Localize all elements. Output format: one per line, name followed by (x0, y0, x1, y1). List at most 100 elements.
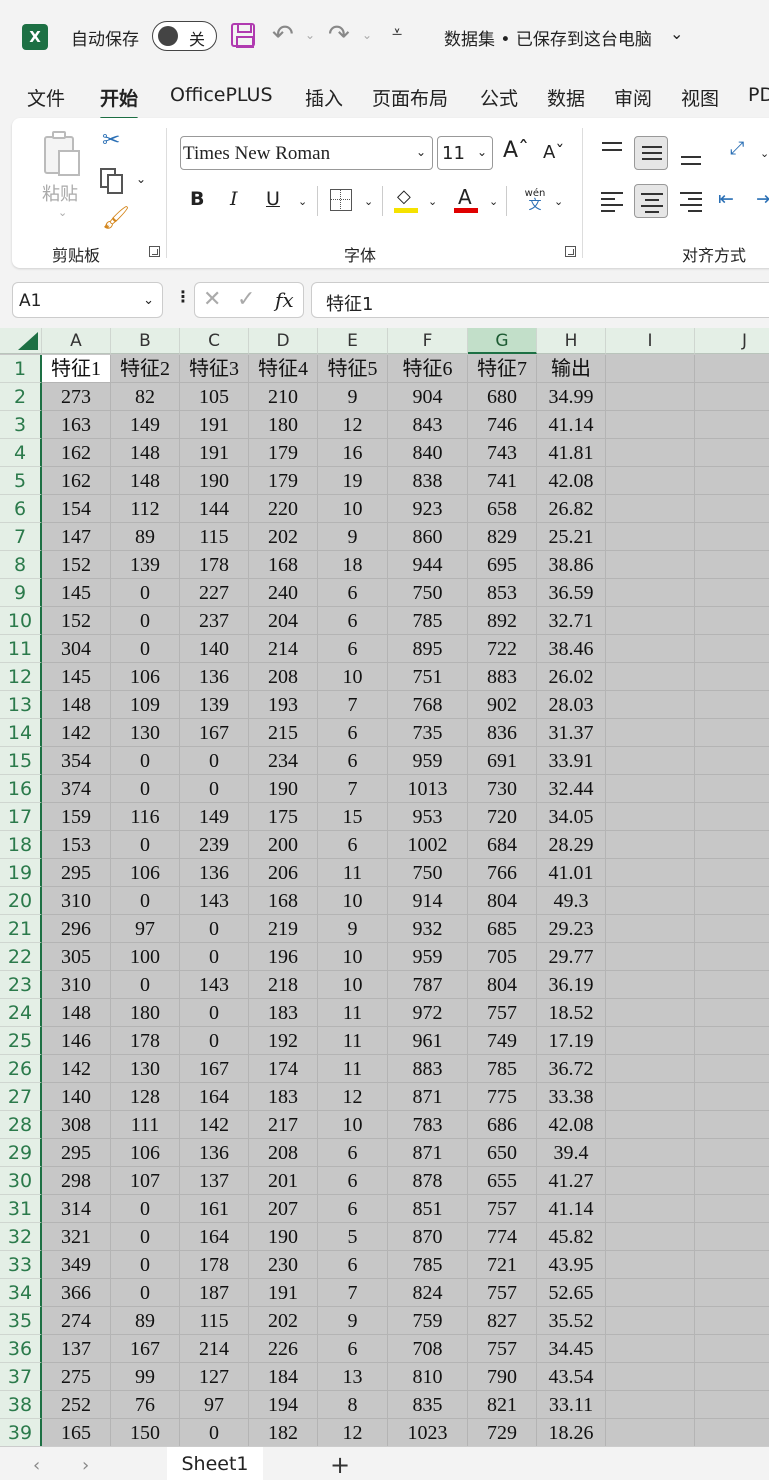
column-header-c[interactable]: C (180, 328, 249, 354)
table-cell[interactable]: 932 (388, 915, 468, 943)
table-cell[interactable]: 41.14 (537, 1195, 606, 1223)
table-cell[interactable]: 0 (180, 915, 249, 943)
table-cell[interactable] (695, 915, 769, 943)
table-cell[interactable] (606, 859, 695, 887)
table-cell[interactable] (606, 887, 695, 915)
table-cell[interactable]: 12 (318, 1419, 388, 1446)
table-cell[interactable]: 142 (42, 1055, 111, 1083)
table-cell[interactable]: 105 (180, 383, 249, 411)
table-cell[interactable]: 109 (111, 691, 180, 719)
table-cell[interactable]: 750 (388, 859, 468, 887)
more-options-icon[interactable]: ⋮ (175, 287, 191, 306)
table-cell[interactable]: 147 (42, 523, 111, 551)
table-cell[interactable]: 0 (180, 943, 249, 971)
table-cell[interactable]: 757 (468, 999, 537, 1027)
table-cell[interactable]: 295 (42, 859, 111, 887)
table-cell[interactable] (695, 719, 769, 747)
header-cell[interactable]: 输出 (537, 355, 606, 383)
table-cell[interactable]: 28.03 (537, 691, 606, 719)
table-cell[interactable]: 310 (42, 887, 111, 915)
table-cell[interactable]: 179 (249, 467, 318, 495)
table-cell[interactable] (606, 1363, 695, 1391)
table-cell[interactable]: 26.02 (537, 663, 606, 691)
table-cell[interactable]: 12 (318, 1083, 388, 1111)
document-title-chevron-icon[interactable]: ⌄ (670, 24, 683, 43)
table-cell[interactable]: 161 (180, 1195, 249, 1223)
table-cell[interactable]: 972 (388, 999, 468, 1027)
row-header[interactable]: 22 (0, 943, 42, 971)
column-header-j[interactable]: J (695, 328, 769, 354)
table-cell[interactable]: 150 (111, 1419, 180, 1446)
table-cell[interactable]: 0 (180, 999, 249, 1027)
table-cell[interactable] (606, 971, 695, 999)
row-header[interactable]: 32 (0, 1223, 42, 1251)
font-launcher-icon[interactable] (565, 246, 576, 257)
row-header[interactable]: 13 (0, 691, 42, 719)
table-cell[interactable]: 11 (318, 859, 388, 887)
table-cell[interactable] (695, 1139, 769, 1167)
table-cell[interactable] (606, 831, 695, 859)
table-cell[interactable]: 892 (468, 607, 537, 635)
table-cell[interactable]: 7 (318, 1279, 388, 1307)
table-cell[interactable]: 735 (388, 719, 468, 747)
table-cell[interactable]: 100 (111, 943, 180, 971)
table-cell[interactable] (695, 971, 769, 999)
table-cell[interactable]: 15 (318, 803, 388, 831)
table-cell[interactable]: 305 (42, 943, 111, 971)
table-cell[interactable]: 686 (468, 1111, 537, 1139)
table-cell[interactable]: 10 (318, 663, 388, 691)
table-cell[interactable]: 240 (249, 579, 318, 607)
row-header[interactable]: 8 (0, 551, 42, 579)
table-cell[interactable] (695, 1027, 769, 1055)
table-cell[interactable]: 914 (388, 887, 468, 915)
table-cell[interactable]: 655 (468, 1167, 537, 1195)
table-cell[interactable]: 6 (318, 1167, 388, 1195)
table-cell[interactable]: 17.19 (537, 1027, 606, 1055)
table-cell[interactable] (695, 859, 769, 887)
add-sheet-icon[interactable]: + (330, 1451, 350, 1479)
table-cell[interactable] (695, 523, 769, 551)
table-cell[interactable]: 923 (388, 495, 468, 523)
table-cell[interactable]: 296 (42, 915, 111, 943)
table-cell[interactable]: 759 (388, 1307, 468, 1335)
table-cell[interactable]: 41.14 (537, 411, 606, 439)
table-cell[interactable] (606, 943, 695, 971)
table-cell[interactable]: 33.91 (537, 747, 606, 775)
table-cell[interactable]: 184 (249, 1363, 318, 1391)
table-cell[interactable]: 220 (249, 495, 318, 523)
row-header[interactable]: 23 (0, 971, 42, 999)
table-cell[interactable]: 0 (111, 747, 180, 775)
redo-chevron-icon[interactable]: ⌄ (362, 28, 372, 42)
align-center-button[interactable] (634, 184, 668, 218)
table-cell[interactable]: 178 (180, 551, 249, 579)
row-header[interactable]: 39 (0, 1419, 42, 1446)
table-cell[interactable]: 18.26 (537, 1419, 606, 1446)
table-cell[interactable] (695, 1251, 769, 1279)
column-header-i[interactable]: I (606, 328, 695, 354)
cut-icon[interactable]: ✂ (102, 128, 120, 153)
underline-chevron-icon[interactable]: ⌄ (298, 195, 307, 208)
table-cell[interactable]: 106 (111, 859, 180, 887)
table-cell[interactable]: 143 (180, 971, 249, 999)
grow-font-icon[interactable]: Aˆ (503, 138, 529, 163)
table-cell[interactable]: 785 (388, 607, 468, 635)
fill-color-chevron-icon[interactable]: ⌄ (428, 195, 437, 208)
table-cell[interactable]: 180 (111, 999, 180, 1027)
phonetic-guide-icon[interactable]: wén 文 (520, 188, 550, 213)
table-cell[interactable]: 295 (42, 1139, 111, 1167)
table-cell[interactable]: 202 (249, 1307, 318, 1335)
table-cell[interactable]: 180 (249, 411, 318, 439)
table-cell[interactable]: 10 (318, 943, 388, 971)
table-cell[interactable] (606, 579, 695, 607)
cancel-entry-icon[interactable]: ✕ (203, 287, 221, 312)
tab-formulas[interactable]: 公式 (480, 84, 518, 111)
table-cell[interactable] (606, 719, 695, 747)
table-cell[interactable]: 821 (468, 1391, 537, 1419)
table-cell[interactable]: 239 (180, 831, 249, 859)
table-cell[interactable] (606, 607, 695, 635)
table-cell[interactable]: 140 (180, 635, 249, 663)
orientation-chevron-icon[interactable]: ⌄ (760, 147, 769, 160)
table-cell[interactable] (695, 1419, 769, 1446)
table-cell[interactable]: 217 (249, 1111, 318, 1139)
table-cell[interactable]: 843 (388, 411, 468, 439)
